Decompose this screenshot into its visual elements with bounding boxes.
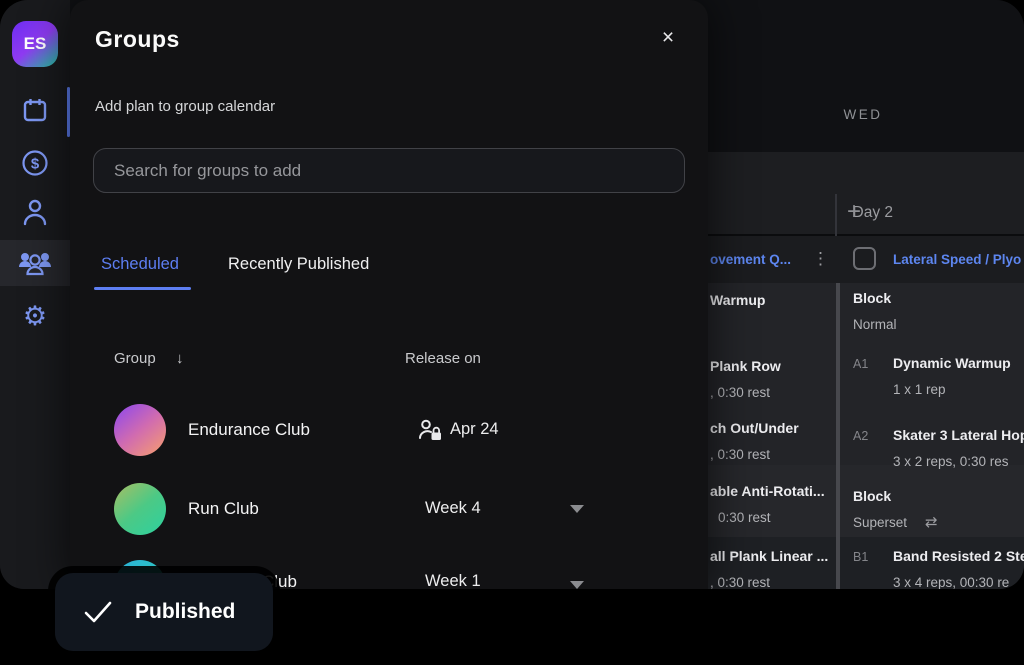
calendar-icon [22, 97, 48, 123]
check-icon [83, 600, 113, 624]
sidebar-item-calendar[interactable] [0, 88, 70, 132]
close-icon[interactable]: × [654, 24, 682, 52]
exercise-name: Plank Row [710, 358, 781, 374]
group-name: Run Club [188, 499, 259, 519]
exercise-tag: A2 [853, 429, 868, 443]
exercise-detail: , 0:30 rest [710, 385, 770, 400]
exercise-detail: 3 x 4 reps, 00:30 re [893, 575, 1009, 589]
modal-subtitle: Add plan to group calendar [95, 98, 275, 115]
exercise-detail: 1 x 1 rep [893, 382, 946, 397]
svg-text:$: $ [31, 156, 40, 173]
tab-recently-published[interactable]: Recently Published [228, 255, 369, 274]
add-workout-button[interactable]: + [847, 198, 861, 226]
right-workout-title-link[interactable]: Lateral Speed / Plyo [893, 252, 1021, 267]
exercise-name: Skater 3 Lateral Hop [893, 427, 1024, 443]
modal-title: Groups [95, 26, 180, 53]
exercise-name: able Anti-Rotati... [710, 483, 825, 499]
dollar-icon: $ [21, 149, 49, 177]
groups-icon [18, 249, 52, 277]
workout-checkbox[interactable] [853, 247, 876, 270]
published-toast: Published [55, 573, 273, 651]
sidebar-item-groups[interactable] [0, 241, 70, 285]
groups-modal: Groups × Add plan to group calendar Sche… [70, 0, 708, 589]
exercise-name: ch Out/Under [710, 420, 799, 436]
block-label: Block [853, 488, 891, 504]
toast-label: Published [135, 600, 235, 624]
block-type: Superset [853, 515, 907, 530]
exercise-name: Dynamic Warmup [893, 355, 1011, 371]
calendar-day-header: WED [708, 107, 1018, 122]
kebab-menu-icon[interactable]: ⋮ [812, 250, 829, 267]
person-icon [21, 197, 49, 227]
gear-icon: ⚙ [23, 303, 47, 330]
superset-cycle-icon: ⇄ [925, 513, 938, 531]
exercise-detail: , 0:30 rest [710, 447, 770, 462]
block-type: Normal [853, 317, 897, 332]
release-week-dropdown[interactable]: Week 4 [425, 499, 481, 518]
brand-avatar[interactable]: ES [12, 21, 58, 67]
tab-scheduled[interactable]: Scheduled [101, 255, 179, 274]
exercise-detail: 0:30 rest [718, 510, 771, 525]
left-workout-title-link[interactable]: ovement Q... [710, 252, 791, 267]
chevron-down-icon[interactable] [570, 581, 584, 589]
app-sidebar: ES $ [0, 0, 70, 589]
sidebar-item-athletes[interactable] [0, 190, 70, 234]
column-header-release-on: Release on [405, 350, 481, 367]
screenshot-stage: WED Day 2 + ovement Q... ⋮ Warmup Plank … [0, 0, 1024, 665]
exercise-name: Warmup [710, 292, 765, 308]
release-date: Apr 24 [450, 420, 499, 439]
sort-descending-icon[interactable]: ↓ [176, 350, 184, 367]
group-name: Endurance Club [188, 420, 310, 440]
app-window: WED Day 2 + ovement Q... ⋮ Warmup Plank … [0, 0, 1024, 589]
sidebar-item-settings[interactable]: ⚙ [0, 294, 70, 338]
exercise-name: all Plank Linear ... [710, 548, 828, 564]
sidebar-item-payments[interactable]: $ [0, 141, 70, 185]
day-row-divider [835, 194, 837, 236]
group-search-input[interactable] [93, 148, 685, 193]
release-week-dropdown[interactable]: Week 1 [425, 572, 481, 589]
exercise-tag: B1 [853, 550, 868, 564]
locked-release-icon [417, 417, 443, 443]
exercise-tag: A1 [853, 357, 868, 371]
exercise-detail: 3 x 2 reps, 0:30 res [893, 454, 1009, 469]
group-avatar [114, 404, 166, 456]
column-scrollbar[interactable] [836, 283, 840, 589]
column-header-group[interactable]: Group [114, 350, 156, 367]
block-label: Block [853, 290, 891, 306]
group-avatar [114, 483, 166, 535]
chevron-down-icon[interactable] [570, 505, 584, 513]
exercise-name: Band Resisted 2 Step [893, 548, 1024, 564]
exercise-detail: , 0:30 rest [710, 575, 770, 589]
active-tab-underline [94, 287, 191, 290]
